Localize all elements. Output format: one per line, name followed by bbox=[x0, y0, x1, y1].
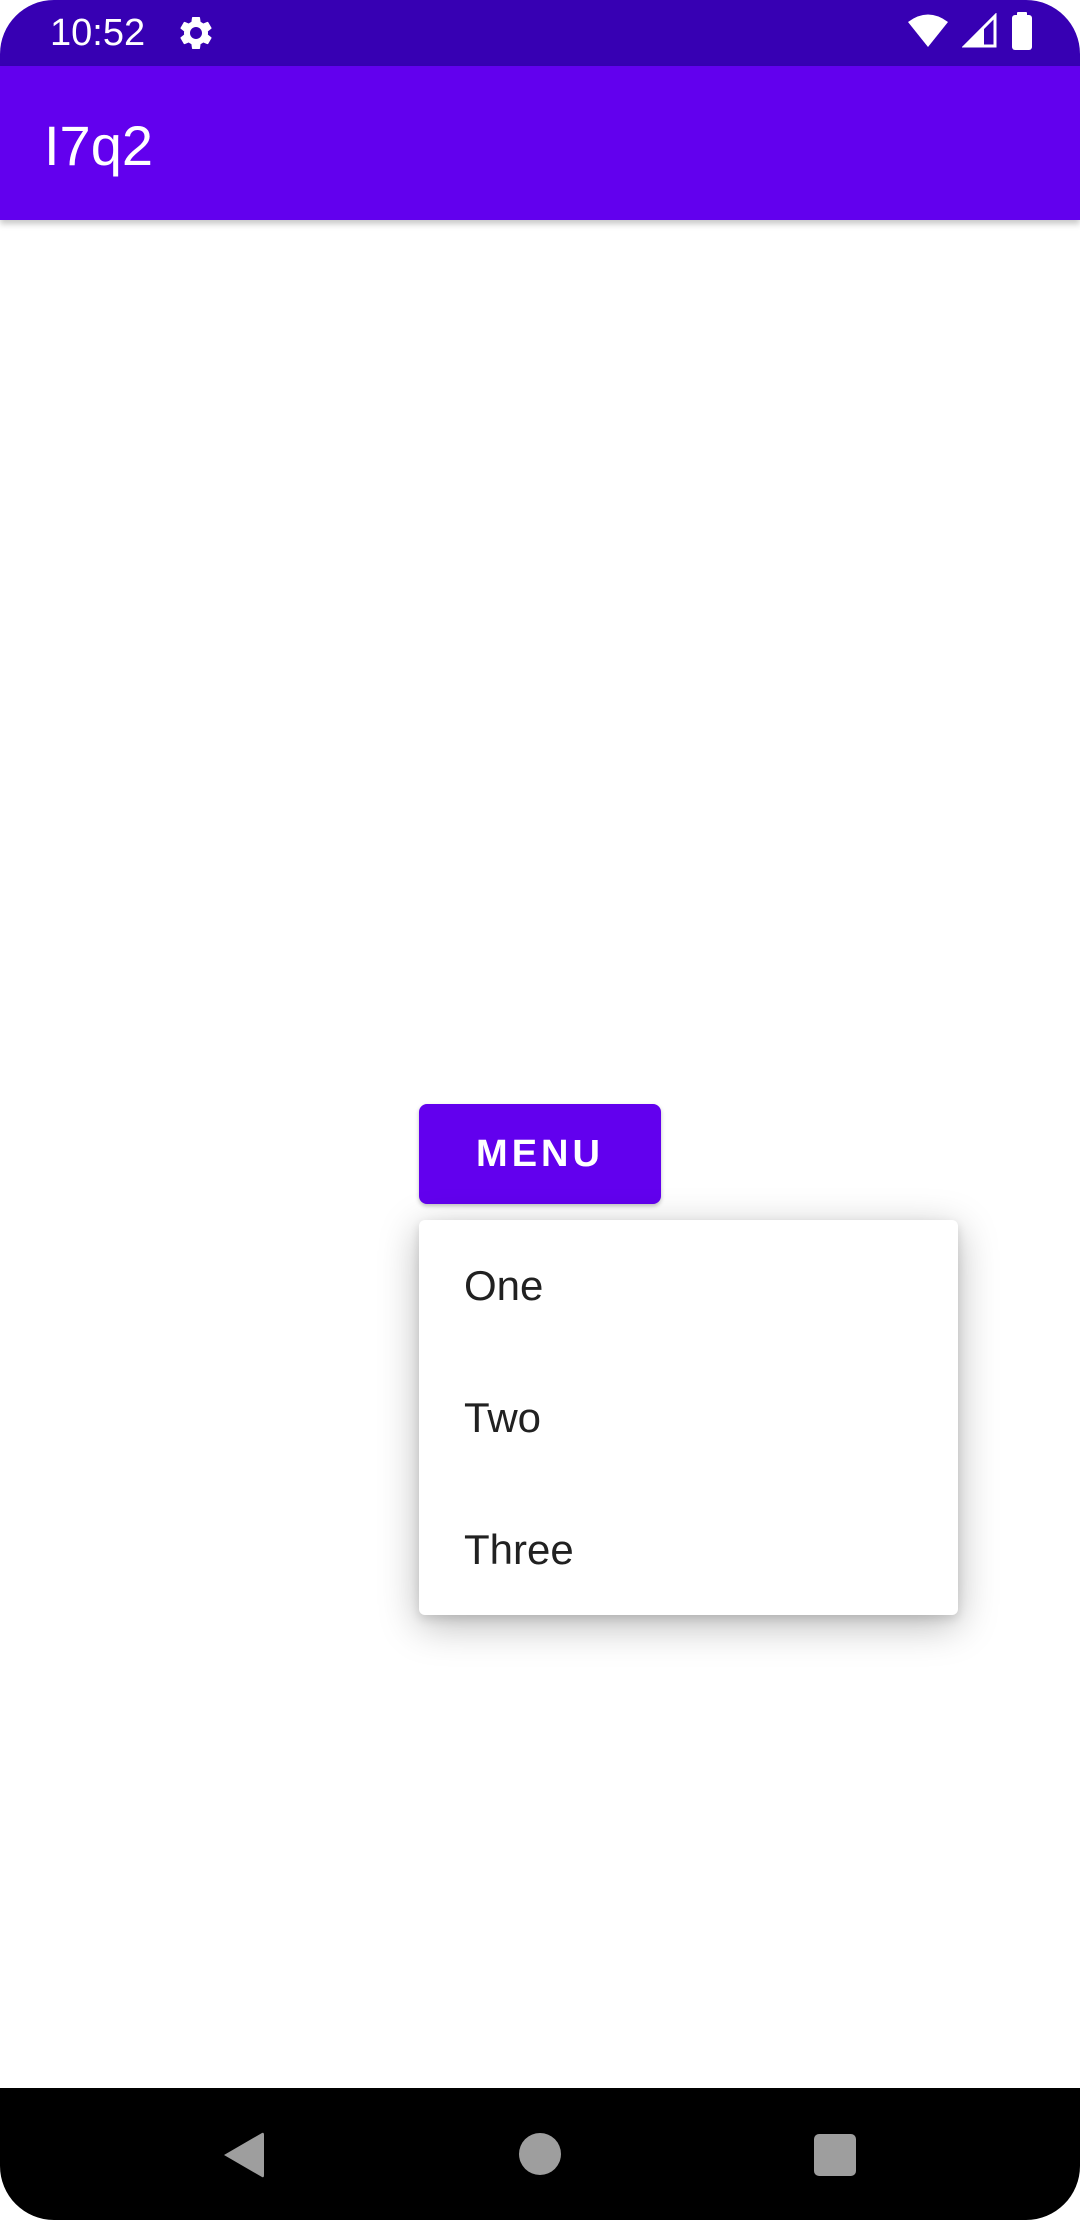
app-title: I7q2 bbox=[44, 114, 153, 177]
popup-menu: One Two Three bbox=[419, 1220, 958, 1615]
menu-item-one[interactable]: One bbox=[419, 1220, 958, 1352]
menu-item-two[interactable]: Two bbox=[419, 1352, 958, 1484]
gear-icon bbox=[176, 13, 216, 53]
menu-button[interactable]: MENU bbox=[419, 1104, 661, 1204]
back-icon[interactable] bbox=[222, 2130, 266, 2180]
navigation-bar bbox=[0, 2088, 1080, 2220]
menu-item-three[interactable]: Three bbox=[419, 1484, 958, 1616]
status-bar: 10:52 bbox=[0, 0, 1080, 66]
app-screen: 10:52 I7q2 MENU One Two Three bbox=[0, 0, 1080, 2220]
home-icon[interactable] bbox=[519, 2133, 561, 2175]
signal-icon bbox=[961, 11, 998, 54]
status-time: 10:52 bbox=[50, 12, 146, 54]
main-content: MENU One Two Three bbox=[0, 220, 1080, 2088]
wifi-icon bbox=[906, 13, 950, 54]
battery-icon bbox=[1010, 11, 1034, 55]
app-bar: I7q2 bbox=[0, 66, 1080, 220]
recents-icon[interactable] bbox=[814, 2134, 856, 2176]
status-icons bbox=[906, 11, 1034, 55]
